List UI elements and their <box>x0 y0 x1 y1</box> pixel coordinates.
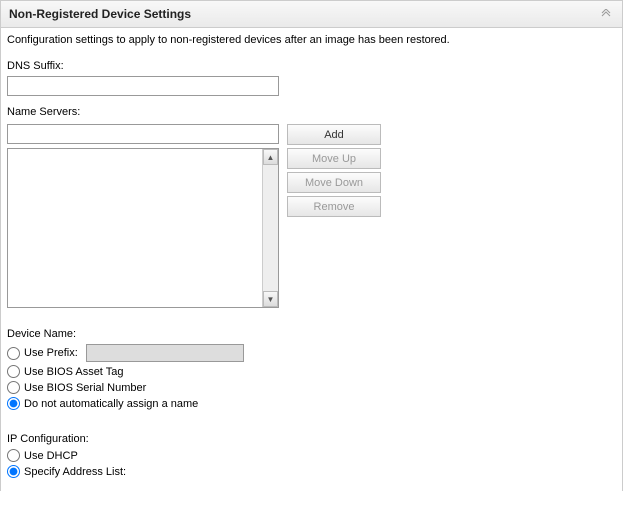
radio-bios-serial-label: Use BIOS Serial Number <box>24 382 146 394</box>
settings-panel: Non-Registered Device Settings Configura… <box>0 0 623 491</box>
radio-specify-row: Specify Address List: <box>7 465 616 478</box>
name-server-input[interactable] <box>7 124 279 144</box>
collapse-icon[interactable] <box>598 6 614 22</box>
listbox-scrollbar[interactable]: ▲ ▼ <box>262 149 278 307</box>
name-servers-row: ▲ ▼ Add Move Up Move Down Remove <box>7 124 616 308</box>
device-name-label: Device Name: <box>7 328 616 340</box>
name-servers-left: ▲ ▼ <box>7 124 279 308</box>
add-button[interactable]: Add <box>287 124 381 145</box>
scroll-down-icon[interactable]: ▼ <box>263 291 278 307</box>
radio-bios-serial-row: Use BIOS Serial Number <box>7 381 616 394</box>
name-servers-label: Name Servers: <box>7 106 616 118</box>
panel-header: Non-Registered Device Settings <box>1 1 622 28</box>
radio-dhcp[interactable] <box>7 449 20 462</box>
remove-button[interactable]: Remove <box>287 196 381 217</box>
description-text: Configuration settings to apply to non-r… <box>7 34 616 46</box>
panel-body: Configuration settings to apply to non-r… <box>1 28 622 491</box>
panel-title: Non-Registered Device Settings <box>9 7 191 21</box>
radio-specify[interactable] <box>7 465 20 478</box>
radio-no-auto-row: Do not automatically assign a name <box>7 397 616 410</box>
dns-suffix-label: DNS Suffix: <box>7 60 616 72</box>
radio-use-prefix-row: Use Prefix: <box>7 344 616 362</box>
dns-suffix-input[interactable] <box>7 76 279 96</box>
name-servers-listbox[interactable]: ▲ ▼ <box>7 148 279 308</box>
radio-bios-asset-label: Use BIOS Asset Tag <box>24 366 123 378</box>
radio-bios-serial[interactable] <box>7 381 20 394</box>
radio-bios-asset-row: Use BIOS Asset Tag <box>7 365 616 378</box>
prefix-input <box>86 344 244 362</box>
radio-dhcp-row: Use DHCP <box>7 449 616 462</box>
radio-dhcp-label: Use DHCP <box>24 450 78 462</box>
radio-bios-asset[interactable] <box>7 365 20 378</box>
scroll-up-icon[interactable]: ▲ <box>263 149 278 165</box>
name-servers-buttons: Add Move Up Move Down Remove <box>287 124 381 220</box>
radio-no-auto[interactable] <box>7 397 20 410</box>
radio-use-prefix-label: Use Prefix: <box>24 347 78 359</box>
radio-use-prefix[interactable] <box>7 347 20 360</box>
radio-no-auto-label: Do not automatically assign a name <box>24 398 198 410</box>
ip-config-label: IP Configuration: <box>7 433 616 445</box>
move-down-button[interactable]: Move Down <box>287 172 381 193</box>
radio-specify-label: Specify Address List: <box>24 466 126 478</box>
move-up-button[interactable]: Move Up <box>287 148 381 169</box>
